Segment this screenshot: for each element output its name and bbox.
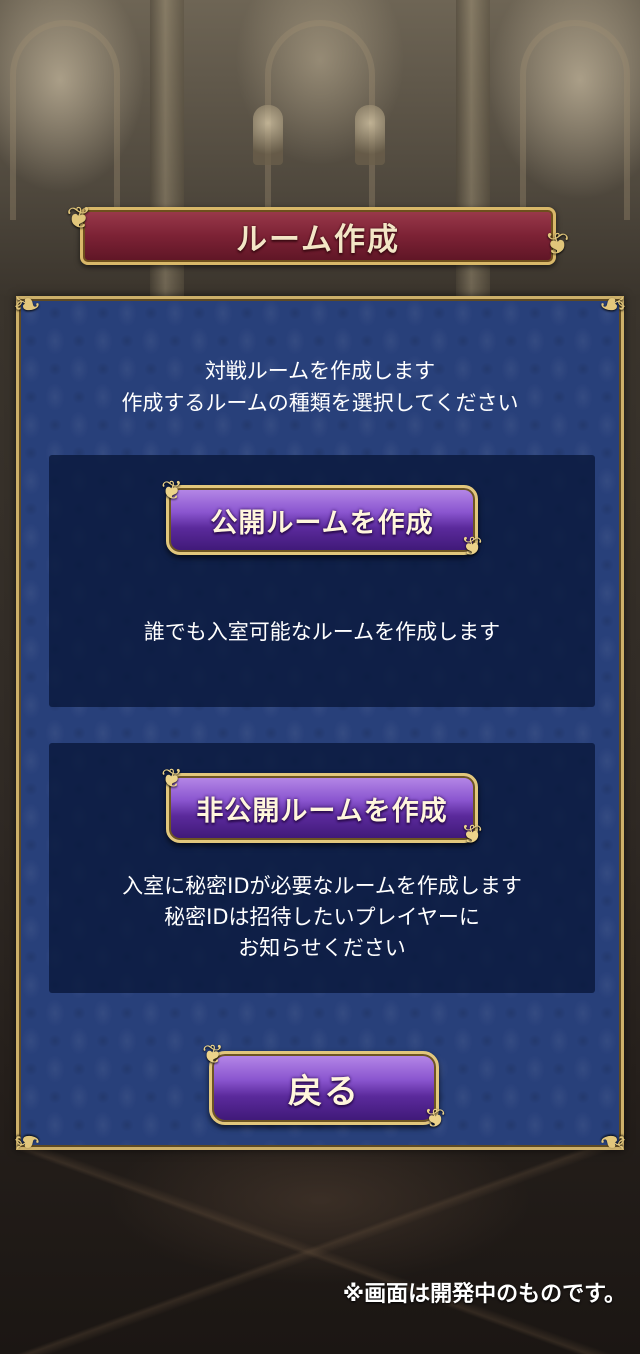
public-room-description: 誰でも入室可能なルームを作成します — [143, 620, 501, 644]
statue-right — [355, 105, 385, 165]
gold-flourish-icon: ❦ — [424, 1104, 446, 1134]
public-room-card: ❦ 公開ルームを作成 ❦ 誰でも入室可能なルームを作成します — [49, 455, 595, 707]
private-room-card: ❦ 非公開ルームを作成 ❦ 入室に秘密IDが必要なルームを作成します 秘密IDは… — [49, 743, 595, 993]
gold-flourish-icon: ❦ — [161, 764, 183, 794]
gold-flourish-icon: ❦ — [66, 201, 92, 236]
intro-line: 対戦ルームを作成します — [204, 359, 436, 383]
gold-flourish-icon: ❦ — [461, 820, 483, 850]
statue-left — [253, 105, 283, 165]
intro-text: 対戦ルームを作成します 作成するルームの種類を選択してください — [19, 355, 621, 419]
intro-line: 作成するルームの種類を選択してください — [121, 391, 519, 415]
arch-left — [10, 20, 120, 220]
gold-flourish-icon: ❦ — [461, 532, 483, 562]
create-private-room-label: 非公開ルームを作成 — [196, 795, 448, 827]
arch-right — [520, 20, 630, 220]
back-label: 戻る — [288, 1071, 360, 1112]
private-room-description-line: 入室に秘密IDが必要なルームを作成します — [122, 874, 522, 898]
create-private-room-button[interactable]: ❦ 非公開ルームを作成 ❦ — [161, 766, 483, 850]
private-room-description-line: お知らせください — [238, 936, 406, 960]
private-room-description-line: 秘密IDは招待したいプレイヤーに — [164, 905, 480, 929]
corner-ornament-icon: ❧ — [12, 1121, 42, 1161]
title-banner: ルーム作成 — [80, 207, 556, 265]
create-public-room-button[interactable]: ❦ 公開ルームを作成 ❦ — [161, 478, 483, 562]
corner-ornament-icon: ❧ — [598, 1121, 628, 1161]
gold-flourish-icon: ❦ — [544, 227, 570, 262]
floor — [0, 1150, 640, 1354]
corner-ornament-icon: ❧ — [12, 285, 42, 325]
private-room-description: 入室に秘密IDが必要なルームを作成します 秘密IDは招待したいプレイヤーに お知… — [49, 871, 595, 964]
page-title: ルーム作成 — [235, 221, 401, 258]
corner-ornament-icon: ❧ — [598, 285, 628, 325]
room-create-panel: ❧ ❧ ❧ ❧ 対戦ルームを作成します 作成するルームの種類を選択してください … — [13, 285, 628, 1161]
gold-flourish-icon: ❦ — [161, 476, 183, 506]
gold-flourish-icon: ❦ — [202, 1040, 224, 1070]
development-note: ※画面は開発中のものです。 — [342, 1282, 626, 1307]
back-button[interactable]: ❦ 戻る ❦ — [202, 1042, 446, 1134]
create-public-room-label: 公開ルームを作成 — [210, 507, 434, 539]
